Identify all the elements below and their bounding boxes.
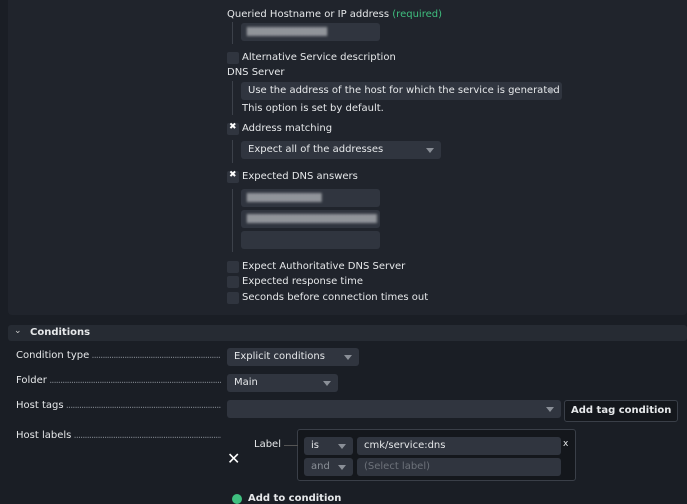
address-matching-checkbox[interactable] [227, 122, 239, 135]
label-input[interactable]: cmk/service:dns [357, 437, 561, 455]
indent-line [232, 189, 233, 252]
expected-answer-input[interactable] [241, 210, 380, 228]
address-matching-label: Address matching [242, 123, 333, 134]
authoritative-checkbox[interactable] [227, 261, 239, 273]
close-icon[interactable]: ✕ [227, 449, 240, 468]
condition-type-label: Condition type [16, 350, 221, 361]
chevron-down-icon [338, 465, 346, 470]
chevron-down-icon [344, 355, 352, 360]
chevron-down-icon [323, 381, 331, 386]
chevron-down-icon [426, 148, 434, 153]
indent-line [232, 140, 233, 163]
host-tags-select[interactable] [227, 400, 561, 418]
authoritative-label: Expect Authoritative DNS Server [242, 261, 406, 272]
dns-server-label: DNS Server [227, 67, 285, 78]
folder-select[interactable]: Main [227, 374, 338, 392]
add-to-condition-link[interactable]: Add to condition [248, 493, 341, 504]
indent-line [232, 22, 233, 44]
expected-answers-label: Expected DNS answers [242, 171, 358, 182]
label-input-empty[interactable]: (Select label) [357, 458, 561, 476]
host-tags-label: Host tags [16, 400, 221, 411]
host-labels-label: Host labels [16, 430, 221, 441]
response-time-label: Expected response time [242, 276, 364, 287]
alt-service-label: Alternative Service description [242, 52, 396, 63]
address-matching-select[interactable]: Expect all of the addresses [241, 141, 441, 159]
indent-line [232, 81, 233, 115]
response-time-checkbox[interactable] [227, 276, 239, 288]
remove-label-button[interactable]: x [563, 439, 568, 449]
expected-answers-checkbox[interactable] [227, 170, 239, 183]
timeout-checkbox[interactable] [227, 292, 239, 304]
chevron-down-icon [546, 407, 554, 412]
chevron-down-icon: ⌄ [14, 326, 22, 336]
connector-line [284, 445, 298, 446]
conditions-header[interactable]: ⌄ Conditions [8, 325, 687, 341]
add-icon[interactable] [232, 494, 242, 504]
label-text: Label [254, 439, 281, 450]
operator-select[interactable]: and [304, 458, 353, 476]
expected-answer-input[interactable] [241, 189, 380, 207]
hostname-input[interactable] [241, 23, 380, 41]
timeout-label: Seconds before connection times out [242, 292, 429, 303]
operator-select[interactable]: is [304, 437, 353, 455]
expected-answer-input[interactable] [241, 231, 380, 249]
chevron-down-icon [338, 444, 346, 449]
alt-service-checkbox[interactable] [227, 52, 239, 64]
chevron-down-icon [547, 89, 555, 94]
add-tag-condition-button[interactable]: Add tag condition [564, 400, 679, 422]
dns-server-select[interactable]: Use the address of the host for which th… [241, 82, 562, 100]
folder-label: Folder [16, 375, 221, 386]
dns-server-hint: This option is set by default. [242, 103, 384, 114]
conditions-title: Conditions [30, 327, 91, 338]
hostname-label: Queried Hostname or IP address (required… [227, 9, 442, 20]
condition-type-select[interactable]: Explicit conditions [227, 348, 359, 366]
